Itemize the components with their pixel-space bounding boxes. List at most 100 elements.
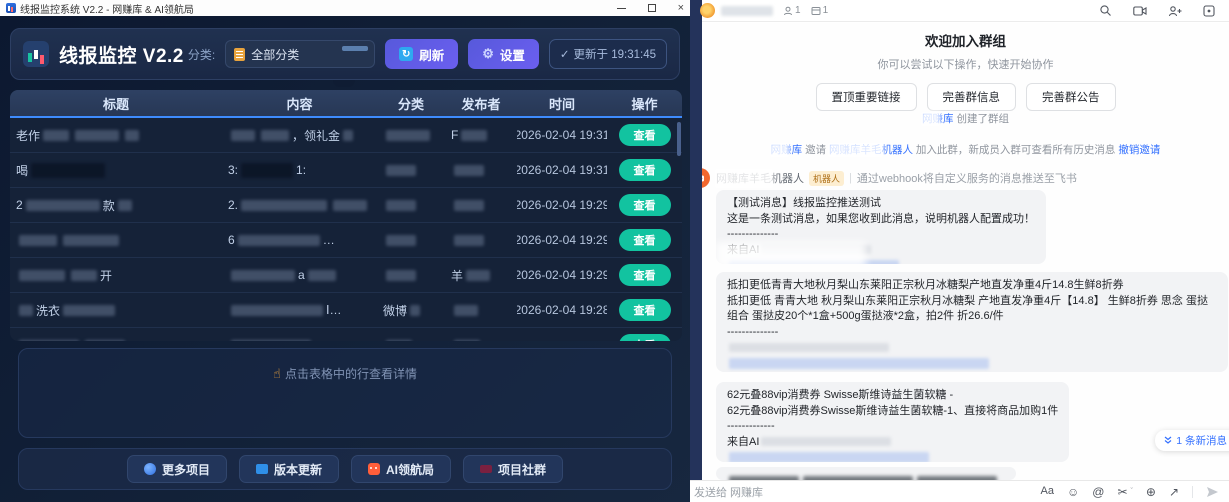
- bot-badge: 机器人: [809, 171, 844, 186]
- redacted-content: [761, 437, 891, 446]
- app-header: 线报监控 V2.2 分类: 全部分类 ↻ 刷新 ⚙ 设置 ✓: [10, 28, 680, 80]
- emoji-icon[interactable]: ☺: [1067, 486, 1079, 498]
- robot-icon: [368, 463, 380, 475]
- cell-publisher: F: [445, 118, 517, 152]
- cell-time: 2026-02-04 19:31: [517, 118, 607, 152]
- member-count[interactable]: 1: [783, 5, 801, 16]
- maximize-button[interactable]: [648, 4, 656, 12]
- link[interactable]: 撤销邀请: [1118, 144, 1160, 156]
- chat-bubble[interactable]: 62元叠88vip消费券 Swisse斯维诗益生菌软糖 -62元叠88vip消费…: [716, 382, 1069, 462]
- tab-count[interactable]: 1: [811, 5, 829, 16]
- view-button[interactable]: 查看: [619, 194, 671, 216]
- table-row[interactable]: 查看: [10, 328, 682, 341]
- app-icon: [6, 3, 16, 13]
- chat-bubble[interactable]: [716, 467, 1016, 480]
- refresh-button[interactable]: ↻ 刷新: [385, 39, 458, 69]
- column-header: 标题: [10, 90, 222, 116]
- link[interactable]: 网赚库: [771, 144, 803, 156]
- redacted-content: [19, 340, 79, 342]
- format-icon[interactable]: Aa: [1041, 486, 1054, 497]
- table-row[interactable]: 2款2.2026-02-04 19:29查看: [10, 188, 682, 223]
- redacted-content: [241, 200, 327, 211]
- welcome-action-button[interactable]: 置顶重要链接: [816, 83, 917, 111]
- mention-icon[interactable]: @: [1092, 486, 1104, 498]
- cell-content: 6…: [222, 223, 377, 257]
- cell-time: 2026-02-04 19:29: [517, 223, 607, 257]
- redacted-content: [454, 200, 484, 211]
- add-member-icon[interactable]: [1168, 5, 1182, 17]
- chat-bubble[interactable]: 【测试消息】线报监控推送测试这是一条测试消息，如果您收到此消息，说明机器人配置成…: [716, 190, 1046, 264]
- table-row[interactable]: 6… 2026-02-04 19:29 查看: [10, 223, 682, 258]
- settings-icon[interactable]: [1203, 5, 1215, 17]
- group-avatar[interactable]: [700, 3, 715, 18]
- table-row[interactable]: 开a羊2026-02-04 19:29查看: [10, 258, 682, 293]
- 项目社群-button[interactable]: 项目社群: [463, 455, 563, 483]
- cell-action: 查看: [607, 153, 682, 187]
- page-title: 线报监控 V2.2: [59, 41, 184, 68]
- table-row[interactable]: 喝3:1:2026-02-04 19:31查看: [10, 153, 682, 188]
- redacted-content: [19, 270, 65, 281]
- redacted-content: [19, 235, 57, 246]
- screenshot-icon[interactable]: ✂: [1117, 486, 1127, 498]
- group-name-redacted[interactable]: [721, 6, 773, 16]
- view-button[interactable]: 查看: [619, 124, 671, 146]
- screen: 1 1 欢迎加入群组 你可以尝试以下操作，快速开始协作 置顶重要链接完善群信息完…: [0, 0, 1229, 502]
- AI领航局-button[interactable]: AI领航局: [351, 455, 451, 483]
- cell-publisher: [445, 223, 517, 257]
- welcome-action-button[interactable]: 完善群公告: [1026, 83, 1116, 111]
- redacted-content: [729, 358, 989, 369]
- settings-button[interactable]: ⚙ 设置: [468, 39, 539, 69]
- table-row[interactable]: 洗衣Ⅰ…微博2026-02-04 19:28查看: [10, 293, 682, 328]
- cell-content: 2.: [222, 188, 377, 222]
- view-button[interactable]: 查看: [619, 159, 671, 181]
- check-icon: ✓: [560, 47, 570, 61]
- message-input-placeholder[interactable]: 发送给 网赚库: [694, 484, 763, 500]
- cell-action: 查看: [607, 188, 682, 222]
- category-select[interactable]: 全部分类: [225, 40, 375, 68]
- category-selected-value: 全部分类: [251, 46, 299, 63]
- search-icon[interactable]: [1099, 4, 1112, 17]
- redacted-content: [386, 200, 416, 211]
- cell-content: Ⅰ…: [222, 293, 377, 327]
- attach-icon[interactable]: ⊕: [1146, 486, 1156, 498]
- redacted-content: [454, 235, 484, 246]
- redacted-content: [729, 343, 889, 352]
- video-call-icon[interactable]: [1133, 5, 1147, 17]
- link[interactable]: 网赚库: [922, 113, 954, 125]
- redacted-content: [85, 340, 125, 342]
- new-message-pill[interactable]: 1 条新消息: [1155, 430, 1229, 451]
- redacted-content: [333, 200, 367, 211]
- redaction-smudge: [716, 242, 866, 264]
- 更多项目-button[interactable]: 更多项目: [127, 455, 227, 483]
- welcome-action-button[interactable]: 完善群信息: [927, 83, 1017, 111]
- redacted-content: [461, 130, 487, 141]
- welcome-title: 欢迎加入群组: [702, 30, 1229, 50]
- view-button[interactable]: 查看: [619, 264, 671, 286]
- app-window: 线报监控系统 V2.2 - 网赚库 & AI领航局 × 线报监控 V2.2 分类…: [0, 0, 690, 502]
- expand-icon[interactable]: ↗: [1169, 486, 1179, 498]
- bot-name[interactable]: 网赚库羊毛机器人: [716, 170, 804, 186]
- window-titlebar: 线报监控系统 V2.2 - 网赚库 & AI领航局 ×: [0, 0, 690, 16]
- close-button[interactable]: ×: [678, 3, 684, 14]
- redacted-content: [343, 130, 353, 141]
- bot-avatar[interactable]: [702, 168, 710, 188]
- view-button[interactable]: 查看: [619, 299, 671, 321]
- link[interactable]: 网赚库羊毛机器人: [829, 144, 913, 156]
- view-button[interactable]: 查看: [619, 334, 671, 341]
- redacted-content: [63, 305, 115, 316]
- screenshot-caret-icon[interactable]: ˇ: [1131, 488, 1133, 495]
- send-icon[interactable]: [1206, 486, 1219, 498]
- table-row[interactable]: 老作，领礼金F2026-02-04 19:31查看: [10, 118, 682, 153]
- bot-description: 通过webhook将自定义服务的消息推送至飞书: [857, 170, 1077, 186]
- 版本更新-button[interactable]: 版本更新: [239, 455, 339, 483]
- table-scrollbar[interactable]: [677, 122, 681, 156]
- pointing-hand-icon: ☝: [273, 366, 281, 381]
- chat-bubble[interactable]: 抵扣更低青青大地秋月梨山东莱阳正宗秋月冰糖梨产地直发净重4斤14.8生鲜8折券抵…: [716, 272, 1228, 372]
- redacted-content: [118, 200, 132, 211]
- cell-action: 查看: [607, 118, 682, 152]
- minimize-button[interactable]: [617, 8, 626, 9]
- view-button[interactable]: 查看: [619, 229, 671, 251]
- refresh-icon: ↻: [399, 47, 413, 61]
- cell-category: [377, 153, 445, 187]
- message-input-bar[interactable]: 发送给 网赚库 Aa ☺ @ ✂ ˇ ⊕ ↗: [688, 480, 1229, 502]
